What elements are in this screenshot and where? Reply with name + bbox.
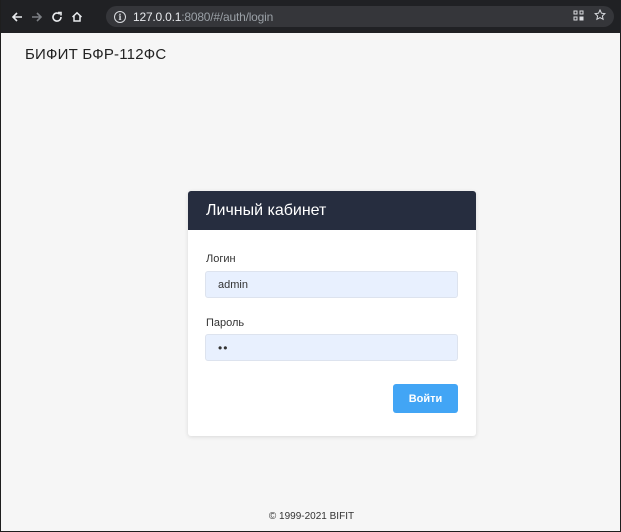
url-host: 127.0.0.1: [133, 9, 182, 24]
brand-title: БИФИТ БФР-112ФС: [25, 46, 167, 63]
browser-toolbar: i 127.0.0.1:8080/#/auth/login: [1, 0, 621, 33]
bookmark-star-icon[interactable]: [593, 8, 607, 24]
copyright-footer: © 1999-2021 BIFIT: [268, 511, 355, 522]
info-icon[interactable]: i: [114, 10, 126, 23]
url-text: 127.0.0.1:8080/#/auth/login: [133, 10, 273, 24]
url-path: :8080/#/auth/login: [181, 9, 274, 24]
reload-icon[interactable]: [47, 7, 67, 27]
home-icon[interactable]: [67, 7, 87, 27]
password-value: ••: [218, 340, 229, 355]
login-card-header: Личный кабинет: [188, 191, 476, 230]
browser-window: i 127.0.0.1:8080/#/auth/login БИФИТ БФР-…: [0, 0, 621, 532]
qr-code-icon[interactable]: [573, 10, 584, 24]
username-value: admin: [218, 278, 248, 291]
password-label: Пароль: [206, 317, 245, 329]
login-card: Личный кабинет Логин admin Пароль •• Вой…: [188, 191, 476, 436]
back-icon[interactable]: [7, 7, 27, 27]
login-title: Личный кабинет: [206, 201, 327, 219]
username-input[interactable]: admin: [205, 271, 458, 298]
forward-icon[interactable]: [27, 7, 47, 27]
login-button[interactable]: Войти: [393, 384, 458, 413]
address-bar-actions: [573, 6, 607, 27]
password-input[interactable]: ••: [205, 334, 458, 361]
username-label: Логин: [206, 253, 236, 265]
address-bar[interactable]: i 127.0.0.1:8080/#/auth/login: [106, 6, 614, 27]
